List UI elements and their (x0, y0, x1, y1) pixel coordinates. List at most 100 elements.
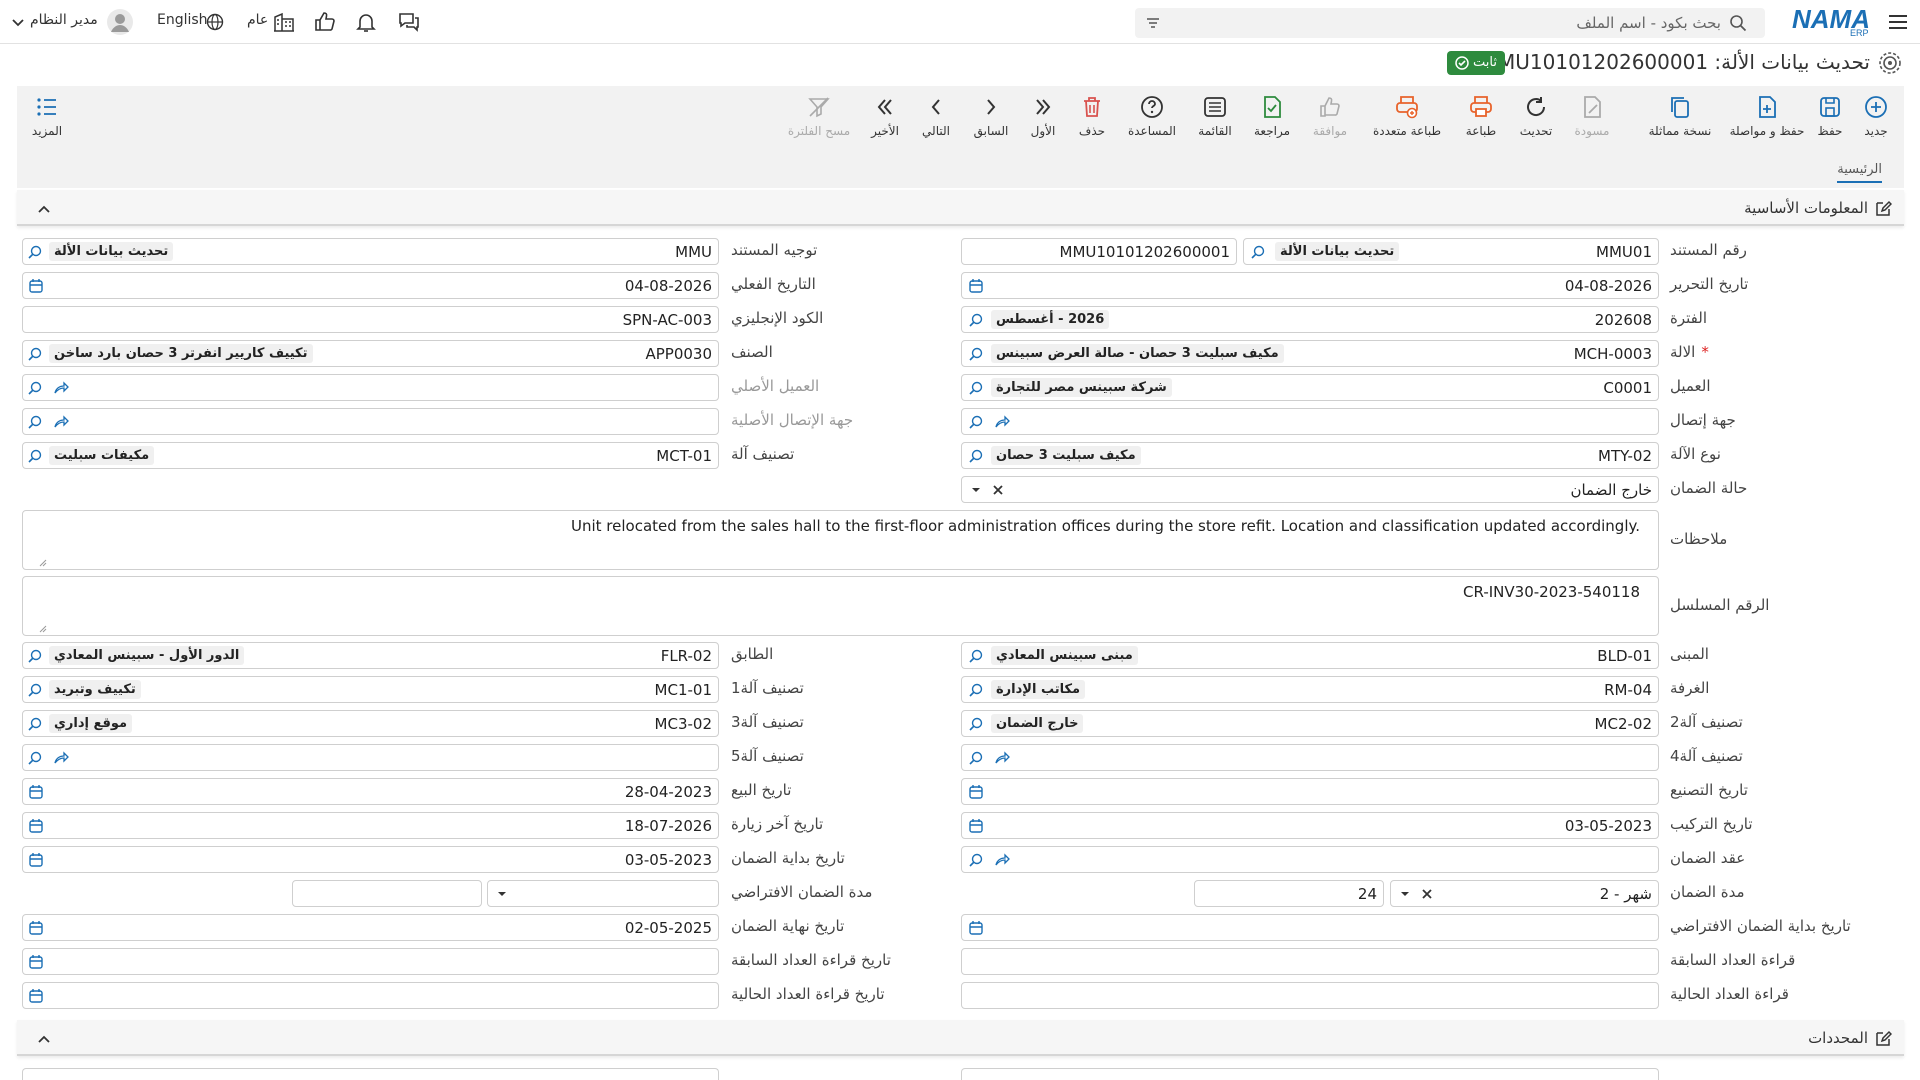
resize-handle-icon[interactable] (39, 559, 47, 567)
calendar-icon[interactable] (28, 818, 44, 834)
warranty-start-field[interactable]: 03-05-2023 (22, 846, 719, 873)
serial-textarea[interactable]: CR-INV30-2023-540118 (22, 576, 1659, 636)
prev-meter-field[interactable] (961, 948, 1659, 975)
search-icon[interactable] (968, 346, 984, 362)
search-box[interactable]: بحث بكود - اسم الملف (1135, 8, 1765, 38)
clear-icon[interactable] (1419, 886, 1435, 902)
share-icon[interactable] (53, 750, 69, 766)
calendar-icon[interactable] (968, 920, 984, 936)
class3-field[interactable]: MC3-02 موقع إداري (22, 710, 719, 737)
share-icon[interactable] (994, 750, 1010, 766)
period-field[interactable]: 202608 2026 - أغسطس (961, 306, 1659, 333)
search-icon[interactable] (27, 716, 43, 732)
search-icon[interactable] (968, 852, 984, 868)
last-visit-field[interactable]: 18-07-2026 (22, 812, 719, 839)
list-button[interactable]: القائمة (1185, 94, 1245, 138)
chevron-up-icon[interactable] (37, 1032, 51, 1046)
search-icon[interactable] (27, 682, 43, 698)
search-icon[interactable] (968, 380, 984, 396)
notes-textarea[interactable]: Unit relocated from the sales hall to th… (22, 510, 1659, 570)
chat-icon[interactable] (397, 10, 421, 34)
duplicate-button[interactable]: نسخة مماثلة (1640, 94, 1720, 138)
calendar-icon[interactable] (28, 784, 44, 800)
more-button[interactable]: المزيد (17, 94, 77, 138)
default-warranty-value-field[interactable] (292, 880, 482, 907)
search-icon[interactable] (27, 448, 43, 464)
next-button[interactable]: التالي (906, 94, 966, 138)
calendar-icon[interactable] (968, 784, 984, 800)
class5-field[interactable] (22, 744, 719, 771)
search-input[interactable]: بحث بكود - اسم الملف (1576, 14, 1721, 32)
orig-customer-field[interactable] (22, 374, 719, 401)
doc-type-field[interactable]: MMU01 تحديث بيانات الألة (1243, 238, 1659, 265)
menu-icon[interactable] (1886, 10, 1910, 34)
doc-dir-field[interactable]: MMU تحديث بيانات الألة (22, 238, 719, 265)
resize-handle-icon[interactable] (39, 625, 47, 633)
curr-meter-date-field[interactable] (22, 982, 719, 1009)
chevron-down-icon[interactable] (494, 886, 510, 902)
save-continue-button[interactable]: حفظ و مواصلة (1726, 94, 1808, 138)
search-icon[interactable] (27, 346, 43, 362)
section-basic-info[interactable]: المعلومات الأساسية (17, 190, 1904, 226)
search-icon[interactable] (968, 682, 984, 698)
install-date-field[interactable]: 03-05-2023 (961, 812, 1659, 839)
orig-contact-field[interactable] (22, 408, 719, 435)
help-button[interactable]: المساعدة (1122, 94, 1182, 138)
search-icon[interactable] (27, 648, 43, 664)
filter-icon[interactable] (1145, 15, 1161, 31)
avatar[interactable] (107, 9, 133, 35)
calendar-icon[interactable] (28, 278, 44, 294)
mfg-date-field[interactable] (961, 778, 1659, 805)
thumbs-up-icon[interactable] (313, 10, 337, 34)
contact-field[interactable] (961, 408, 1659, 435)
search-icon[interactable] (1250, 244, 1266, 260)
share-icon[interactable] (53, 414, 69, 430)
print-button[interactable]: طباعة (1451, 94, 1511, 138)
draft-button[interactable]: مسودة (1562, 94, 1622, 138)
determinant-field[interactable] (22, 1068, 719, 1080)
warranty-period-unit-select[interactable]: 2 - شهر (1390, 880, 1659, 907)
refresh-button[interactable]: تحديث (1506, 94, 1566, 138)
warranty-period-value-field[interactable]: 24 (1194, 880, 1384, 907)
scope-label[interactable]: عام (247, 12, 268, 28)
search-icon[interactable] (968, 414, 984, 430)
actual-date-field[interactable]: 04-08-2026 (22, 272, 719, 299)
search-icon[interactable] (27, 380, 43, 396)
chevron-up-icon[interactable] (37, 202, 51, 216)
prev-meter-date-field[interactable] (22, 948, 719, 975)
machine-field[interactable]: MCH-0003 مكيف سبليت 3 حصان - صالة العرض … (961, 340, 1659, 367)
search-icon[interactable] (968, 312, 984, 328)
machine-type-field[interactable]: MTY-02 مكيف سبليت 3 حصان (961, 442, 1659, 469)
clear-icon[interactable] (990, 482, 1006, 498)
edit-date-field[interactable]: 04-08-2026 (961, 272, 1659, 299)
calendar-icon[interactable] (968, 818, 984, 834)
customer-field[interactable]: C0001 شركة سبينس مصر للتجارة (961, 374, 1659, 401)
calendar-icon[interactable] (28, 920, 44, 936)
class2-field[interactable]: MC2-02 خارج الضمان (961, 710, 1659, 737)
warranty-status-select[interactable]: خارج الضمان (961, 476, 1659, 503)
calendar-icon[interactable] (28, 954, 44, 970)
tab-main[interactable]: الرئيسية (1837, 162, 1882, 183)
building-field[interactable]: BLD-01 مبنى سبينس المعادي (961, 642, 1659, 669)
room-field[interactable]: RM-04 مكاتب الإدارة (961, 676, 1659, 703)
curr-meter-field[interactable] (961, 982, 1659, 1009)
first-button[interactable]: الأول (1013, 94, 1073, 138)
search-icon[interactable] (968, 648, 984, 664)
warranty-contract-field[interactable] (961, 846, 1659, 873)
building-icon[interactable] (272, 10, 296, 34)
language-switch[interactable]: English (157, 12, 208, 28)
default-warranty-unit-select[interactable] (487, 880, 719, 907)
review-button[interactable]: مراجعة (1242, 94, 1302, 138)
save-button[interactable]: حفظ (1800, 94, 1860, 138)
section-determinants[interactable]: المحددات (17, 1020, 1904, 1056)
search-icon[interactable] (968, 716, 984, 732)
share-icon[interactable] (53, 380, 69, 396)
search-icon[interactable] (968, 448, 984, 464)
approve-button[interactable]: موافقة (1300, 94, 1360, 138)
english-code-field[interactable]: SPN-AC-003 (22, 306, 719, 333)
search-icon[interactable] (27, 750, 43, 766)
clear-filter-button[interactable]: مسح الفلترة (779, 94, 859, 138)
multi-print-button[interactable]: طباعة متعددة (1367, 94, 1447, 138)
user-name[interactable]: مدير النظام (30, 12, 98, 28)
search-icon[interactable] (27, 244, 43, 260)
